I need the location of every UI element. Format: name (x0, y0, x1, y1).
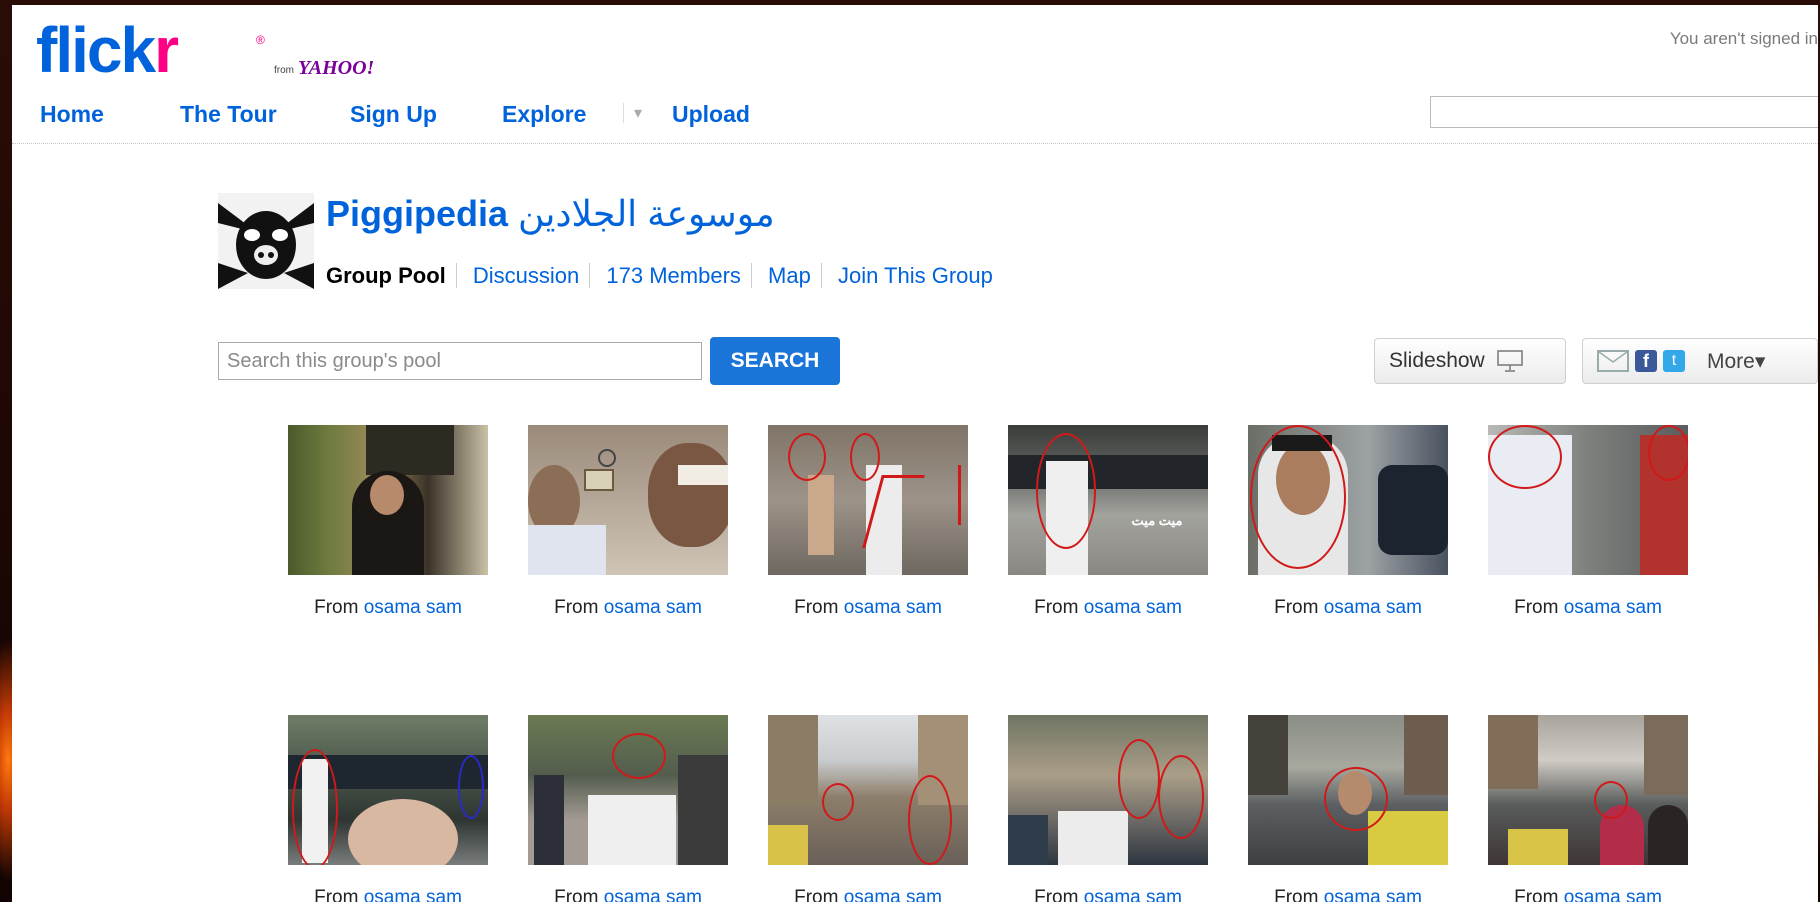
group-subnav: Group Pool Discussion 173 Members Map Jo… (326, 263, 1003, 289)
nav-the-tour[interactable]: The Tour (180, 101, 277, 128)
author-link[interactable]: osama sam (364, 597, 462, 618)
logo-wordmark: flickr (36, 14, 179, 86)
sign-in-status: You aren't signed in (1669, 29, 1818, 48)
photo-thumbnail[interactable] (528, 425, 728, 575)
photo-thumbnail[interactable] (528, 715, 728, 865)
caption-from: From (1514, 887, 1559, 902)
group-name-arabic: موسوعة الجلادين (518, 193, 775, 234)
author-link[interactable]: osama sam (1324, 597, 1422, 618)
photo-thumbnail[interactable] (1248, 425, 1448, 575)
pool-search-input[interactable] (218, 342, 702, 380)
registered-icon: ® (256, 33, 265, 47)
logo-text-r: r (154, 14, 179, 86)
author-link[interactable]: osama sam (1564, 597, 1662, 618)
author-link[interactable]: osama sam (844, 887, 942, 902)
photo-caption: From osama sam (508, 887, 748, 902)
join-group-link[interactable]: Join This Group (828, 263, 1003, 288)
author-link[interactable]: osama sam (1084, 597, 1182, 618)
photo-caption: From osama sam (748, 597, 988, 619)
nav-home[interactable]: Home (40, 101, 104, 128)
tab-members[interactable]: 173 Members (596, 263, 752, 288)
photo-thumbnail[interactable] (768, 715, 968, 865)
yahoo-logo: YAHOO! (298, 57, 375, 79)
caption-from: From (314, 597, 359, 618)
share-button[interactable]: f t More▾ (1582, 338, 1818, 384)
slideshow-label: Slideshow (1389, 349, 1485, 372)
slideshow-button[interactable]: Slideshow (1374, 338, 1566, 384)
caption-from: From (1034, 597, 1079, 618)
author-link[interactable]: osama sam (604, 887, 702, 902)
caption-from: From (1034, 887, 1079, 902)
caption-from: From (1514, 597, 1559, 618)
email-icon[interactable] (1597, 350, 1629, 372)
photo-thumbnail[interactable] (768, 425, 968, 575)
photo-thumbnail[interactable] (288, 425, 488, 575)
tab-discussion[interactable]: Discussion (462, 263, 591, 288)
author-link[interactable]: osama sam (1324, 887, 1422, 902)
photo-caption: From osama sam (1468, 597, 1708, 619)
flickr-logo[interactable]: flickr ® from YAHOO! (36, 14, 374, 86)
logo-text-flick: flick (36, 14, 156, 86)
caption-from: From (1274, 597, 1319, 618)
caption-from: From (1274, 887, 1319, 902)
group-name[interactable]: Piggipedia (326, 193, 508, 234)
caption-from: From (794, 597, 839, 618)
photo-caption: From osama sam (748, 887, 988, 902)
author-link[interactable]: osama sam (364, 887, 462, 902)
header-divider (12, 143, 1818, 144)
facebook-icon[interactable]: f (1635, 350, 1657, 372)
tab-group-pool: Group Pool (326, 263, 457, 288)
search-button[interactable]: SEARCH (710, 337, 840, 385)
browser-viewport: flickr ® from YAHOO! You aren't signed i… (12, 5, 1818, 902)
nav-explore[interactable]: Explore (502, 101, 586, 128)
projector-icon (1496, 350, 1523, 372)
photo-thumbnail[interactable]: ميت ميت (1008, 425, 1208, 575)
explore-dropdown-icon[interactable]: ▾ (623, 103, 642, 123)
author-link[interactable]: osama sam (604, 597, 702, 618)
photo-caption: From osama sam (268, 597, 508, 619)
photo-thumbnail[interactable] (1488, 425, 1688, 575)
group-title: Piggipedia موسوعة الجلادين (326, 193, 775, 235)
author-link[interactable]: osama sam (844, 597, 942, 618)
logo-from: from (274, 65, 294, 76)
photo-thumbnail[interactable] (1488, 715, 1688, 865)
photo-caption: From osama sam (1228, 597, 1468, 619)
author-link[interactable]: osama sam (1084, 887, 1182, 902)
photo-overlay-text: ميت ميت (1131, 513, 1183, 528)
tab-map[interactable]: Map (758, 263, 822, 288)
more-share-dropdown[interactable]: More▾ (1707, 349, 1765, 374)
author-link[interactable]: osama sam (1564, 887, 1662, 902)
photo-thumbnail[interactable] (1008, 715, 1208, 865)
pig-skull-icon (218, 193, 314, 289)
nav-upload[interactable]: Upload (672, 101, 750, 128)
group-avatar[interactable] (218, 193, 314, 289)
photo-caption: From osama sam (1228, 887, 1468, 902)
photo-caption: From osama sam (988, 887, 1228, 902)
site-search-input[interactable] (1430, 96, 1818, 128)
caption-from: From (554, 597, 599, 618)
twitter-icon[interactable]: t (1663, 350, 1685, 372)
photo-caption: From osama sam (268, 887, 508, 902)
caption-from: From (794, 887, 839, 902)
caption-from: From (314, 887, 359, 902)
photo-thumbnail[interactable] (1248, 715, 1448, 865)
caption-from: From (554, 887, 599, 902)
photo-caption: From osama sam (988, 597, 1228, 619)
photo-thumbnail[interactable] (288, 715, 488, 865)
nav-sign-up[interactable]: Sign Up (350, 101, 437, 128)
photo-caption: From osama sam (1468, 887, 1708, 902)
photo-caption: From osama sam (508, 597, 748, 619)
